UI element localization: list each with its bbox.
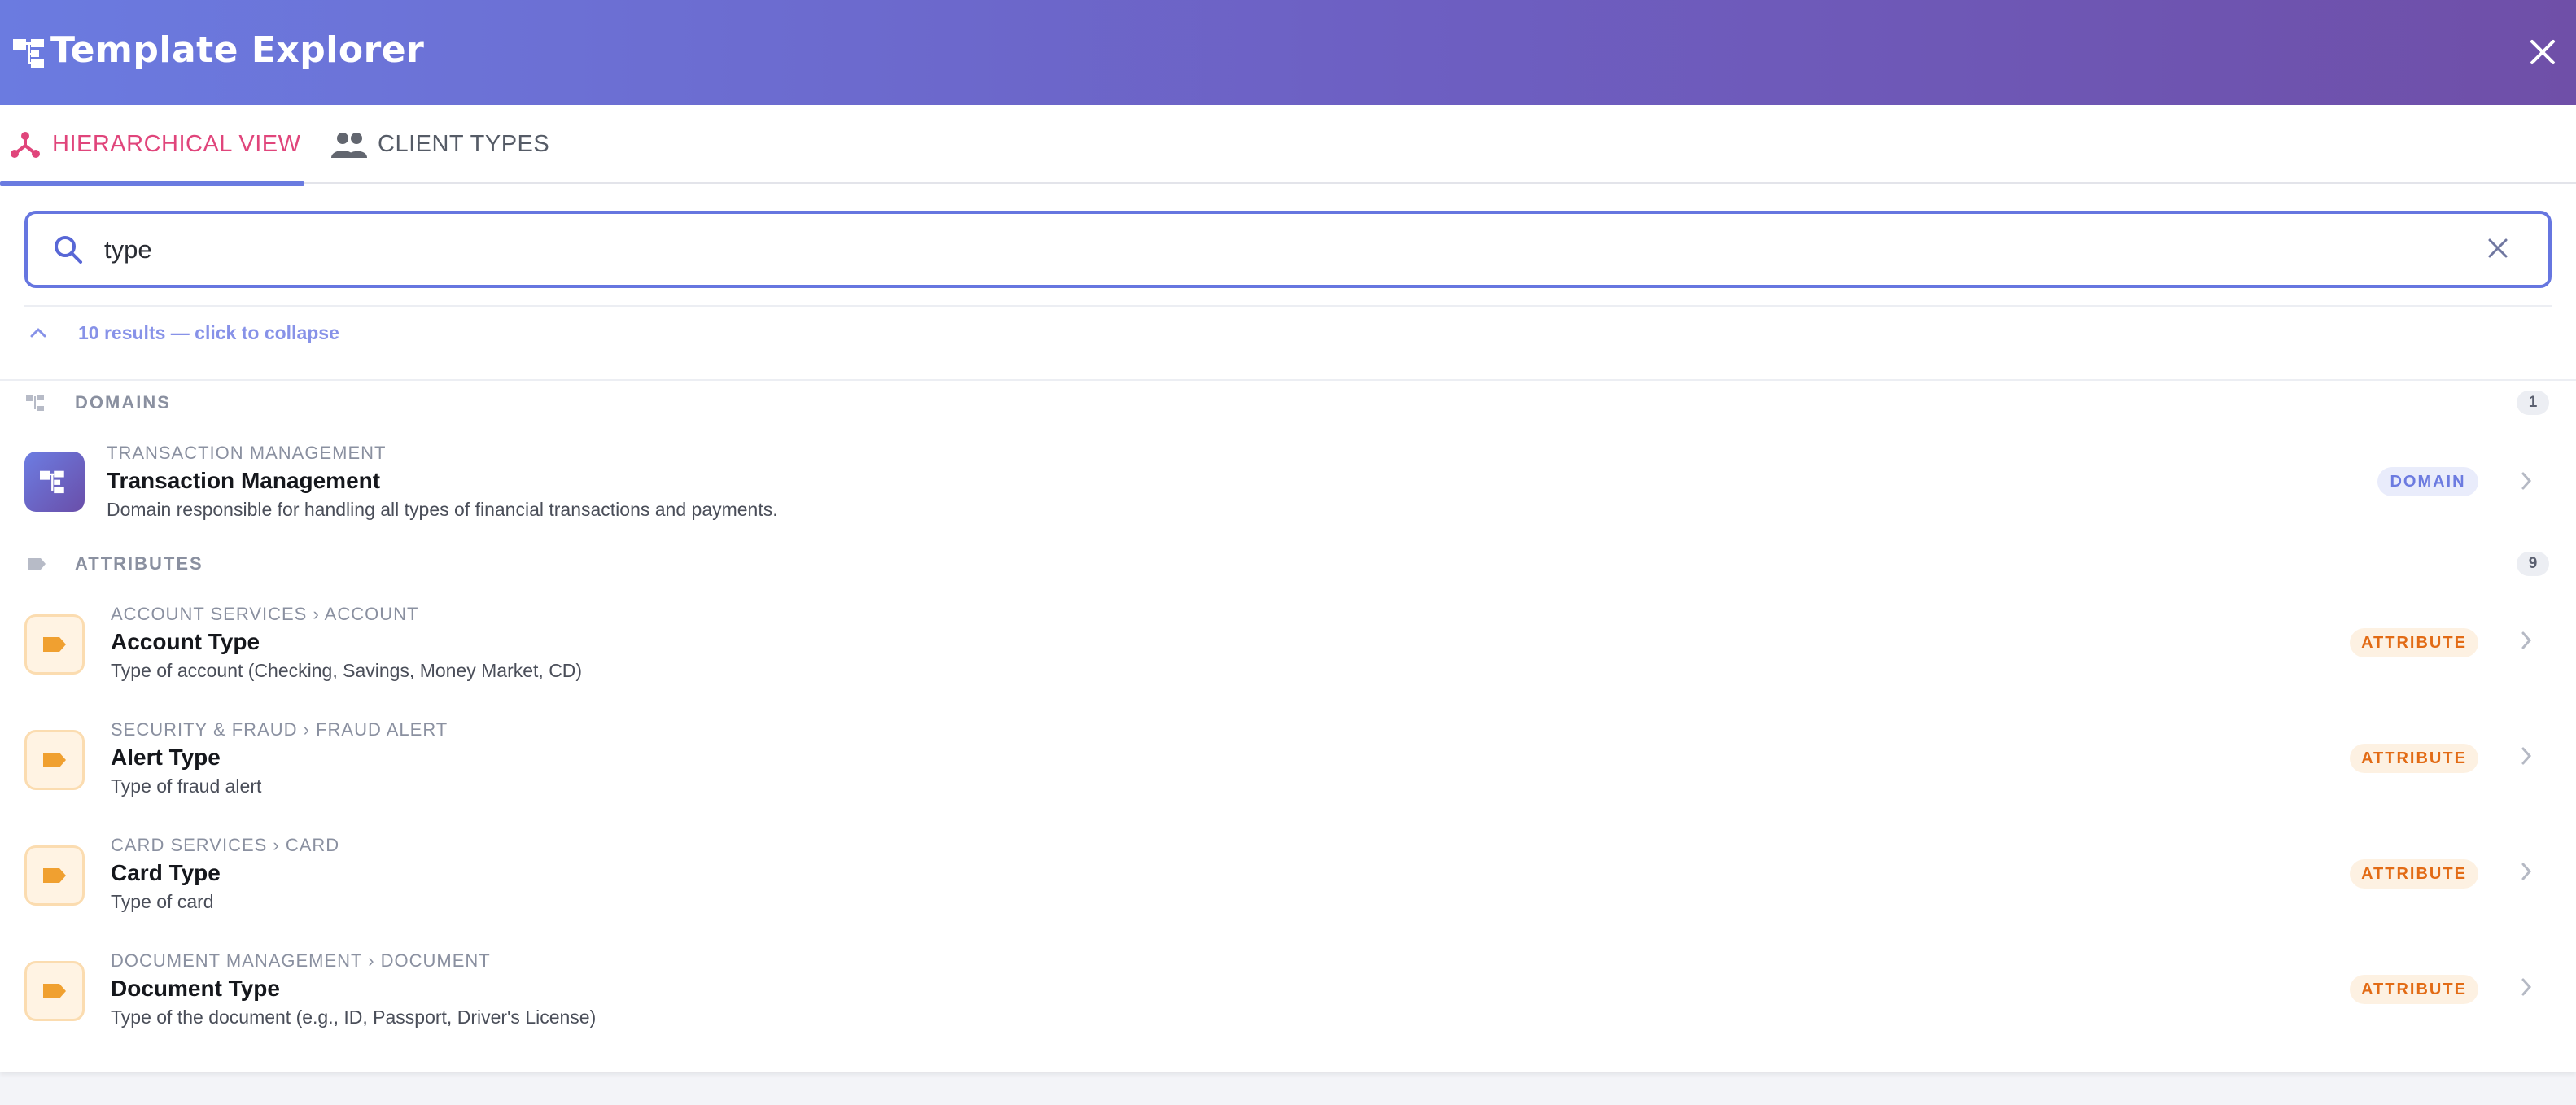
search-value[interactable]: type	[104, 235, 152, 264]
count-badge: 1	[2517, 391, 2549, 415]
type-badge: ATTRIBUTE	[2350, 744, 2478, 773]
domain-icon	[24, 452, 85, 512]
tab-bar: HIERARCHICAL VIEW CLIENT TYPES	[0, 105, 2576, 186]
section-header-attributes: ATTRIBUTES 9	[26, 550, 2549, 578]
results-count-text: 10 results — click to collapse	[78, 321, 339, 343]
item-name: Document Type	[111, 976, 280, 1001]
tab-hierarchical-view[interactable]: HIERARCHICAL VIEW	[0, 105, 304, 186]
chevron-right-icon	[2521, 747, 2532, 765]
dialog-title: Template Explorer	[50, 29, 425, 71]
item-description: Type of the document (e.g., ID, Passport…	[111, 1007, 597, 1028]
people-icon	[331, 132, 367, 158]
item-path: DOCUMENT MANAGEMENT › DOCUMENT	[111, 950, 491, 971]
divider	[0, 379, 2576, 381]
section-header-domains: DOMAINS 1	[26, 389, 2549, 417]
tag-icon	[24, 961, 85, 1021]
chevron-right-icon	[2521, 472, 2532, 490]
hierarchy-icon	[13, 39, 44, 68]
item-description: Type of card	[111, 891, 214, 912]
tag-icon	[24, 614, 85, 675]
tag-icon	[24, 845, 85, 906]
item-description: Domain responsible for handling all type…	[107, 499, 778, 520]
tag-icon	[24, 730, 85, 790]
close-icon[interactable]	[2526, 35, 2560, 69]
template-explorer-dialog: Template Explorer HIERARCHICAL VIEW CLIE…	[0, 0, 2576, 1072]
item-name: Transaction Management	[107, 468, 381, 493]
chevron-right-icon	[2521, 863, 2532, 880]
chevron-up-icon	[30, 328, 46, 338]
list-item[interactable]: TRANSACTION MANAGEMENT Transaction Manag…	[0, 431, 2576, 544]
item-name: Card Type	[111, 860, 221, 885]
type-badge: DOMAIN	[2377, 467, 2478, 496]
tab-label: CLIENT TYPES	[378, 131, 550, 157]
hierarchy-branch-icon	[11, 131, 40, 158]
item-name: Account Type	[111, 629, 260, 654]
hierarchy-icon	[26, 395, 44, 411]
search-input[interactable]: type	[24, 211, 2552, 288]
item-path: ACCOUNT SERVICES › ACCOUNT	[111, 604, 419, 624]
section-label: DOMAINS	[75, 392, 171, 413]
list-item[interactable]: DOCUMENT MANAGEMENT › DOCUMENT Document …	[0, 941, 2576, 1053]
item-description: Type of account (Checking, Savings, Mone…	[111, 660, 583, 681]
count-badge: 9	[2517, 552, 2549, 576]
tab-client-types[interactable]: CLIENT TYPES	[330, 105, 549, 184]
type-badge: ATTRIBUTE	[2350, 628, 2478, 657]
item-description: Type of fraud alert	[111, 775, 262, 797]
tab-label: HIERARCHICAL VIEW	[52, 131, 301, 157]
section-label: ATTRIBUTES	[75, 553, 203, 574]
item-name: Alert Type	[111, 745, 221, 770]
chevron-right-icon	[2521, 978, 2532, 996]
tag-icon	[28, 558, 46, 570]
list-item[interactable]: CARD SERVICES › CARD Card Type Type of c…	[0, 825, 2576, 937]
chevron-right-icon	[2521, 631, 2532, 649]
divider	[24, 305, 2552, 307]
type-badge: ATTRIBUTE	[2350, 859, 2478, 889]
item-path: SECURITY & FRAUD › FRAUD ALERT	[111, 719, 448, 740]
item-path: TRANSACTION MANAGEMENT	[107, 443, 387, 463]
type-badge: ATTRIBUTE	[2350, 975, 2478, 1004]
search-icon	[55, 236, 82, 264]
results-collapse-toggle[interactable]: 10 results — click to collapse	[29, 318, 339, 347]
list-item[interactable]: SECURITY & FRAUD › FRAUD ALERT Alert Typ…	[0, 710, 2576, 822]
clear-icon[interactable]	[2483, 234, 2513, 263]
item-path: CARD SERVICES › CARD	[111, 835, 340, 855]
dialog-header: Template Explorer	[0, 0, 2576, 105]
list-item[interactable]: ACCOUNT SERVICES › ACCOUNT Account Type …	[0, 594, 2576, 706]
